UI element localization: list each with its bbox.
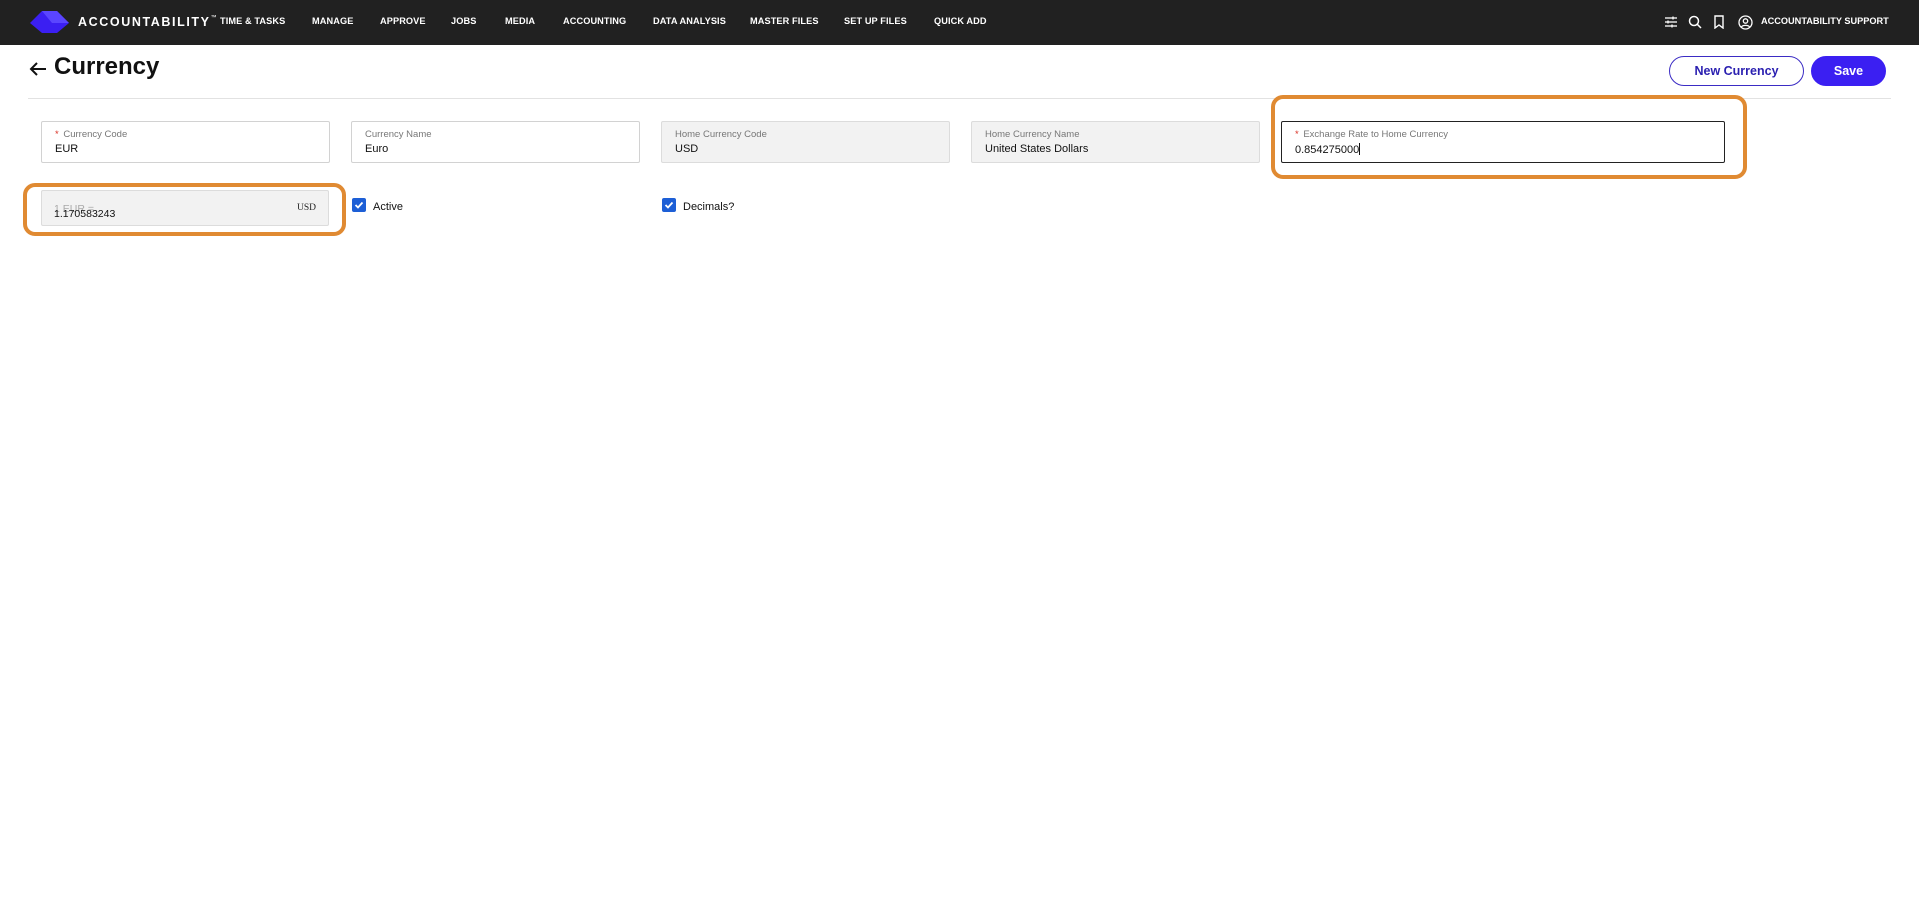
currency-name-label: Currency Name bbox=[365, 129, 432, 140]
active-label: Active bbox=[373, 201, 403, 213]
nav-data-analysis[interactable]: DATA ANALYSIS bbox=[653, 16, 726, 26]
app-logo[interactable]: ACCOUNTABILITY™ bbox=[30, 9, 217, 35]
home-currency-code-label: Home Currency Code bbox=[675, 129, 767, 140]
currency-code-label: * Currency Code bbox=[55, 129, 128, 140]
conversion-value: 1.170583243 bbox=[54, 208, 116, 220]
checkbox-checked-icon[interactable] bbox=[352, 198, 366, 212]
nav-jobs[interactable]: JOBS bbox=[451, 16, 476, 26]
user-menu-label[interactable]: ACCOUNTABILITY SUPPORT bbox=[1761, 16, 1889, 26]
decimals-checkbox[interactable]: Decimals? bbox=[662, 198, 735, 213]
page-title: Currency bbox=[54, 53, 160, 80]
checkbox-checked-icon[interactable] bbox=[662, 198, 676, 212]
nav-master-files[interactable]: MASTER FILES bbox=[750, 16, 819, 26]
conversion-field: 1 EUR = 1.170583243 USD bbox=[41, 190, 329, 226]
logo-mark-icon bbox=[30, 11, 69, 33]
nav-time-tasks[interactable]: TIME & TASKS bbox=[220, 16, 285, 26]
home-currency-name-field: Home Currency Name United States Dollars bbox=[971, 121, 1260, 163]
home-currency-name-value: United States Dollars bbox=[985, 143, 1089, 155]
bookmark-icon[interactable] bbox=[1710, 13, 1728, 31]
save-button[interactable]: Save bbox=[1811, 56, 1886, 86]
nav-manage[interactable]: MANAGE bbox=[312, 16, 353, 26]
nav-approve[interactable]: APPROVE bbox=[380, 16, 426, 26]
currency-name-field[interactable]: Currency Name Euro bbox=[351, 121, 640, 163]
header-divider bbox=[28, 98, 1891, 99]
search-icon[interactable] bbox=[1686, 13, 1704, 31]
user-circle-icon[interactable] bbox=[1736, 13, 1754, 31]
currency-code-field[interactable]: * Currency Code EUR bbox=[41, 121, 330, 163]
exchange-rate-label: * Exchange Rate to Home Currency bbox=[1295, 129, 1449, 140]
currency-code-value: EUR bbox=[55, 143, 79, 155]
text-caret bbox=[1359, 143, 1361, 155]
conversion-unit: USD bbox=[296, 203, 316, 213]
filter-sliders-icon[interactable] bbox=[1662, 13, 1680, 31]
currency-name-value: Euro bbox=[365, 143, 389, 155]
home-currency-code-field: Home Currency Code USD bbox=[661, 121, 950, 163]
back-arrow-icon[interactable] bbox=[28, 60, 48, 78]
exchange-rate-field[interactable]: * Exchange Rate to Home Currency 0.85427… bbox=[1281, 121, 1725, 163]
top-nav-bar: ACCOUNTABILITY™ TIME & TASKS MANAGE APPR… bbox=[0, 0, 1919, 45]
decimals-label: Decimals? bbox=[683, 201, 735, 213]
nav-set-up-files[interactable]: SET UP FILES bbox=[844, 16, 907, 26]
nav-quick-add[interactable]: QUICK ADD bbox=[934, 16, 987, 26]
app-brand-name: ACCOUNTABILITY™ bbox=[78, 15, 217, 29]
home-currency-code-value: USD bbox=[675, 143, 699, 155]
nav-accounting[interactable]: ACCOUNTING bbox=[563, 16, 626, 26]
active-checkbox[interactable]: Active bbox=[352, 198, 403, 213]
nav-media[interactable]: MEDIA bbox=[505, 16, 535, 26]
home-currency-name-label: Home Currency Name bbox=[985, 129, 1080, 140]
new-currency-button[interactable]: New Currency bbox=[1669, 56, 1804, 86]
exchange-rate-value: 0.854275000 bbox=[1295, 143, 1361, 156]
